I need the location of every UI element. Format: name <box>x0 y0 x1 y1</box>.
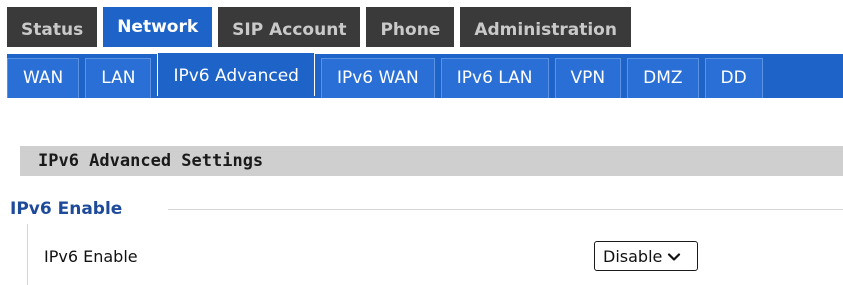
subtab-vpn[interactable]: VPN <box>554 58 622 98</box>
chevron-down-icon <box>667 249 681 263</box>
ipv6-enable-label: IPv6 Enable <box>44 247 138 266</box>
section-header: IPv6 Advanced Settings <box>20 146 843 176</box>
top-navigation-bar: Status Network SIP Account Phone Adminis… <box>0 0 843 47</box>
tab-sip-account[interactable]: SIP Account <box>218 7 361 47</box>
subtab-ddns[interactable]: DD <box>704 58 763 98</box>
tab-status[interactable]: Status <box>7 7 98 47</box>
group-border-top <box>168 209 843 210</box>
subtab-ipv6-lan[interactable]: IPv6 LAN <box>440 58 549 98</box>
ipv6-enable-select-value: Disable <box>603 246 663 266</box>
subtab-ipv6-wan[interactable]: IPv6 WAN <box>320 58 435 98</box>
tab-network[interactable]: Network <box>103 7 213 47</box>
sub-navigation-bar: WAN LAN IPv6 Advanced IPv6 WAN IPv6 LAN … <box>0 47 843 109</box>
subtab-wan[interactable]: WAN <box>7 58 80 98</box>
tab-phone[interactable]: Phone <box>366 7 455 47</box>
subtab-lan[interactable]: LAN <box>85 58 152 98</box>
group-legend: IPv6 Enable <box>10 199 123 219</box>
ipv6-enable-select[interactable]: Disable <box>594 241 698 271</box>
top-tabs: Status Network SIP Account Phone Adminis… <box>7 7 637 47</box>
subtab-ipv6-advanced[interactable]: IPv6 Advanced <box>157 52 315 96</box>
section-title: IPv6 Advanced Settings <box>38 151 264 171</box>
tab-administration[interactable]: Administration <box>460 7 631 47</box>
subtab-dmz[interactable]: DMZ <box>627 58 699 98</box>
sub-tabs: WAN LAN IPv6 Advanced IPv6 WAN IPv6 LAN … <box>7 52 769 102</box>
group-border-left <box>27 224 28 285</box>
